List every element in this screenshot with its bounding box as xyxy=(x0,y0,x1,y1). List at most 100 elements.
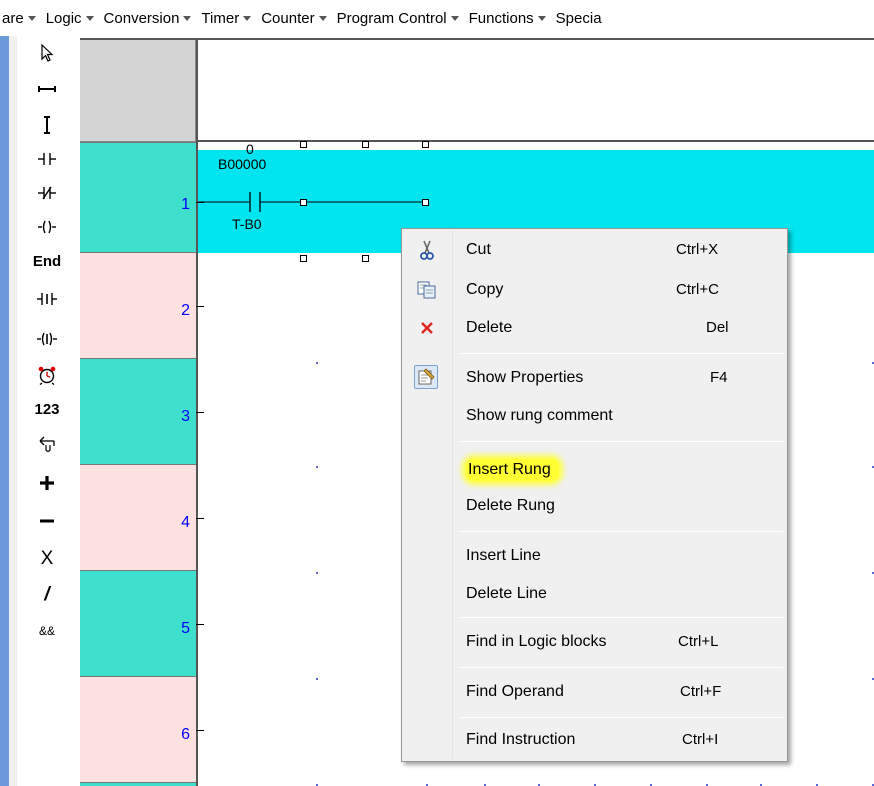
coil-tool-button[interactable] xyxy=(24,212,70,242)
menu-item-label: Show rung comment xyxy=(466,407,613,424)
selection-handle[interactable] xyxy=(422,141,429,148)
menu-item-show-properties[interactable]: Show Properties F4 xyxy=(404,361,785,397)
menu-item-shortcut: Ctrl+C xyxy=(676,281,719,298)
rung-tick xyxy=(196,412,204,413)
menu-item-label: Cut xyxy=(466,241,491,258)
no-contact-icon xyxy=(38,153,56,165)
menu-hardware[interactable]: are xyxy=(2,10,36,27)
contact-label: T-B0 xyxy=(232,216,262,232)
menu-item-shortcut: Ctrl+L xyxy=(678,633,719,650)
menu-item-cut[interactable]: Cut Ctrl+X xyxy=(404,233,785,269)
menu-separator xyxy=(460,667,783,668)
menu-item-insert-line[interactable]: Insert Line xyxy=(404,539,785,575)
menu-separator xyxy=(460,353,783,354)
menu-item-label: Find Instruction xyxy=(466,731,576,748)
menu-counter[interactable]: Counter xyxy=(261,10,327,27)
number-tool-button[interactable]: 123 xyxy=(24,394,70,424)
menu-logic[interactable]: Logic xyxy=(46,10,94,27)
pointer-arrow-icon xyxy=(41,43,54,62)
rung-tick xyxy=(196,624,204,625)
menu-functions[interactable]: Functions xyxy=(469,10,546,27)
selection-handle[interactable] xyxy=(422,199,429,206)
grid-dot xyxy=(316,678,318,680)
return-tool-button[interactable] xyxy=(24,430,70,460)
rung-number-cell[interactable]: 4 xyxy=(80,464,196,570)
menu-bar: are Logic Conversion Timer Counter Progr… xyxy=(0,0,874,36)
menu-label: Functions xyxy=(468,9,534,27)
selection-handle[interactable] xyxy=(300,141,307,148)
menu-item-find-in-logic-blocks[interactable]: Find in Logic blocks Ctrl+L xyxy=(404,625,785,661)
menu-conversion[interactable]: Conversion xyxy=(104,10,192,27)
vertical-line-icon xyxy=(44,116,50,134)
divide-tool-button[interactable]: / xyxy=(24,580,70,610)
menu-item-label: Copy xyxy=(466,281,504,298)
vertical-line-tool-button[interactable] xyxy=(24,110,70,140)
immediate-contact-icon xyxy=(37,293,57,305)
add-tool-button[interactable] xyxy=(24,468,70,498)
menu-item-copy[interactable]: Copy Ctrl+C xyxy=(404,273,785,309)
menu-item-find-operand[interactable]: Find Operand Ctrl+F xyxy=(404,675,785,711)
rung-number-cell[interactable]: 3 xyxy=(80,358,196,464)
rung-number: 5 xyxy=(181,620,190,637)
rung-tick xyxy=(196,306,204,307)
horizontal-line-tool-button[interactable] xyxy=(24,74,70,104)
rung-number: 2 xyxy=(181,302,190,319)
no-contact-tool-button[interactable] xyxy=(24,144,70,174)
menu-item-delete-line[interactable]: Delete Line xyxy=(404,577,785,613)
menu-special[interactable]: Specia xyxy=(556,10,602,27)
nc-contact-icon xyxy=(38,186,56,200)
menu-item-shortcut: Ctrl+I xyxy=(682,731,719,748)
grid-dot xyxy=(316,362,318,364)
chevron-down-icon xyxy=(450,16,459,22)
menu-label: Logic xyxy=(45,9,82,27)
grid-dot xyxy=(316,466,318,468)
rung-number: 1 xyxy=(181,196,190,213)
menu-program-control[interactable]: Program Control xyxy=(337,10,459,27)
menu-item-delete-rung[interactable]: Delete Rung xyxy=(404,489,785,525)
delete-x-icon xyxy=(416,317,438,339)
pointer-tool-button[interactable] xyxy=(24,38,70,68)
rung-number-cell[interactable]: 6 xyxy=(80,676,196,782)
nc-contact-tool-button[interactable] xyxy=(24,178,70,208)
selection-handle[interactable] xyxy=(300,199,307,206)
header-corner-cell xyxy=(80,38,196,142)
rung-tick xyxy=(196,518,204,519)
immediate-coil-tool-button[interactable] xyxy=(24,324,70,354)
menu-item-insert-rung[interactable]: Insert Rung xyxy=(404,451,785,487)
menu-item-label: Delete Rung xyxy=(466,497,555,514)
chevron-down-icon xyxy=(85,16,94,22)
rung-number-cell[interactable]: 1 xyxy=(80,142,196,252)
rung-number-cell[interactable]: 2 xyxy=(80,252,196,358)
return-icon xyxy=(39,436,55,453)
horizontal-line-icon xyxy=(38,86,56,92)
end-tool-button[interactable]: End xyxy=(24,246,70,276)
menu-item-find-instruction[interactable]: Find Instruction Ctrl+I xyxy=(404,723,785,759)
menu-item-shortcut: F4 xyxy=(710,369,728,386)
selection-handle[interactable] xyxy=(362,141,369,148)
menu-label: Conversion xyxy=(103,9,180,27)
timer-tool-button[interactable] xyxy=(24,360,70,390)
plus-icon xyxy=(40,476,54,490)
rung-number-cell[interactable] xyxy=(80,782,196,786)
menu-item-label: Find Operand xyxy=(466,683,564,700)
selection-handle[interactable] xyxy=(300,255,307,262)
selection-handle[interactable] xyxy=(362,255,369,262)
multiply-tool-button[interactable]: X xyxy=(24,544,70,574)
rung-number-cell[interactable]: 5 xyxy=(80,570,196,676)
immediate-contact-tool-button[interactable] xyxy=(24,284,70,314)
and-tool-button[interactable]: && xyxy=(24,616,70,646)
instruction-toolbar: End 123 X / && xyxy=(24,38,70,786)
no-contact-icon[interactable] xyxy=(198,188,428,218)
number-icon: 123 xyxy=(34,400,60,418)
menu-item-label: Insert Line xyxy=(466,547,541,564)
menu-timer[interactable]: Timer xyxy=(201,10,252,27)
rung-number: 6 xyxy=(181,726,190,743)
menu-label: are xyxy=(2,9,24,27)
menu-item-shortcut: Ctrl+X xyxy=(676,241,719,258)
divide-icon: / xyxy=(44,584,50,605)
timer-icon xyxy=(38,366,56,385)
subtract-tool-button[interactable] xyxy=(24,506,70,536)
menu-item-show-rung-comment[interactable]: Show rung comment xyxy=(404,399,785,435)
menu-item-delete[interactable]: Delete Del xyxy=(404,311,785,347)
window-gutter xyxy=(9,36,17,786)
